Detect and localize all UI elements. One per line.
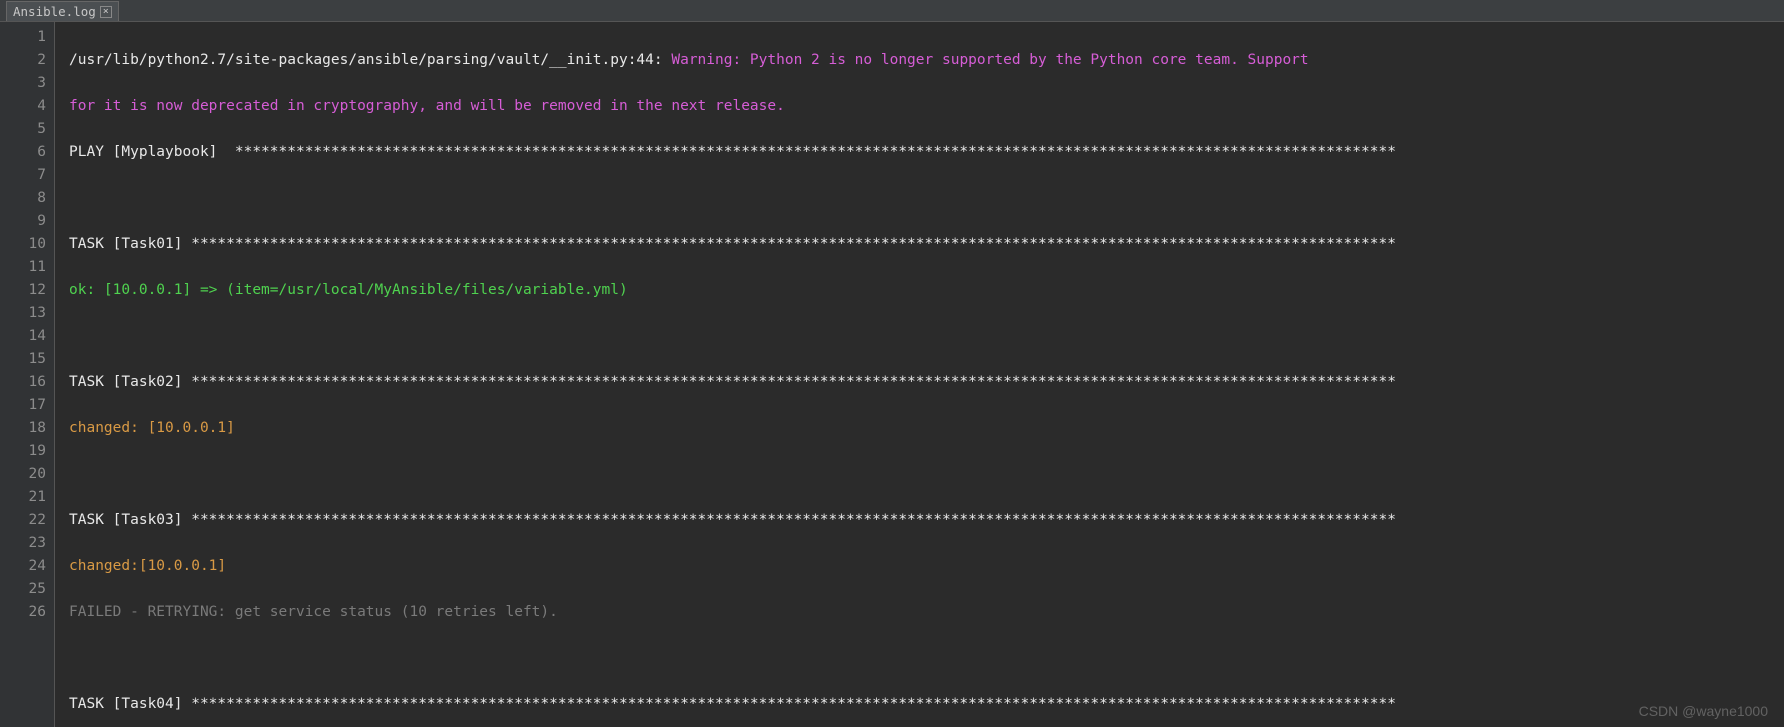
retry-msg: FAILED - RETRYING: get service status (1…	[69, 601, 1784, 624]
warn-path: /usr/lib/python2.7/site-packages/ansible…	[69, 52, 671, 68]
line-number: 18	[0, 417, 46, 440]
play-header: PLAY [Myplaybook] **********************…	[69, 141, 1784, 164]
line-number-gutter: 1234567891011121314151617181920212223242…	[0, 22, 55, 727]
line-number: 23	[0, 532, 46, 555]
warn-msg-2: for it is now deprecated in cryptography…	[69, 98, 785, 114]
line-number: 2	[0, 49, 46, 72]
task03-header: TASK [Task03] **************************…	[69, 509, 1784, 532]
line-number: 7	[0, 164, 46, 187]
task02-changed: changed: [10.0.0.1]	[69, 417, 1784, 440]
blank-line	[69, 187, 1784, 210]
line-number: 6	[0, 141, 46, 164]
line-number: 16	[0, 371, 46, 394]
line-number: 19	[0, 440, 46, 463]
task01-ok: ok: [10.0.0.1] => (item=/usr/local/MyAns…	[69, 279, 1784, 302]
line-number: 1	[0, 26, 46, 49]
tab-ansible-log[interactable]: Ansible.log ×	[6, 1, 119, 21]
line-number: 12	[0, 279, 46, 302]
warn-msg-1: Warning: Python 2 is no longer supported…	[671, 52, 1308, 68]
blank-line	[69, 647, 1784, 670]
line-number: 22	[0, 509, 46, 532]
line-number: 24	[0, 555, 46, 578]
line-number: 8	[0, 187, 46, 210]
line-number: 14	[0, 325, 46, 348]
watermark-text: CSDN @wayne1000	[1639, 700, 1768, 723]
editor-area: 1234567891011121314151617181920212223242…	[0, 22, 1784, 727]
line-number: 5	[0, 118, 46, 141]
tab-label: Ansible.log	[13, 4, 96, 19]
line-number: 3	[0, 72, 46, 95]
tab-bar: Ansible.log ×	[0, 0, 1784, 22]
line-number: 15	[0, 348, 46, 371]
line-number: 4	[0, 95, 46, 118]
line-number: 20	[0, 463, 46, 486]
task02-header: TASK [Task02] **************************…	[69, 371, 1784, 394]
line-number: 17	[0, 394, 46, 417]
task03-changed: changed:[10.0.0.1]	[69, 555, 1784, 578]
line-number: 10	[0, 233, 46, 256]
task01-header: TASK [Task01] **************************…	[69, 233, 1784, 256]
line-number: 26	[0, 601, 46, 624]
blank-line	[69, 325, 1784, 348]
line-number: 25	[0, 578, 46, 601]
line-number: 9	[0, 210, 46, 233]
task04-header: TASK [Task04] **************************…	[69, 693, 1784, 716]
line-number: 13	[0, 302, 46, 325]
line-number: 11	[0, 256, 46, 279]
code-content[interactable]: /usr/lib/python2.7/site-packages/ansible…	[55, 22, 1784, 727]
close-icon[interactable]: ×	[100, 6, 112, 18]
blank-line	[69, 463, 1784, 486]
line-number: 21	[0, 486, 46, 509]
